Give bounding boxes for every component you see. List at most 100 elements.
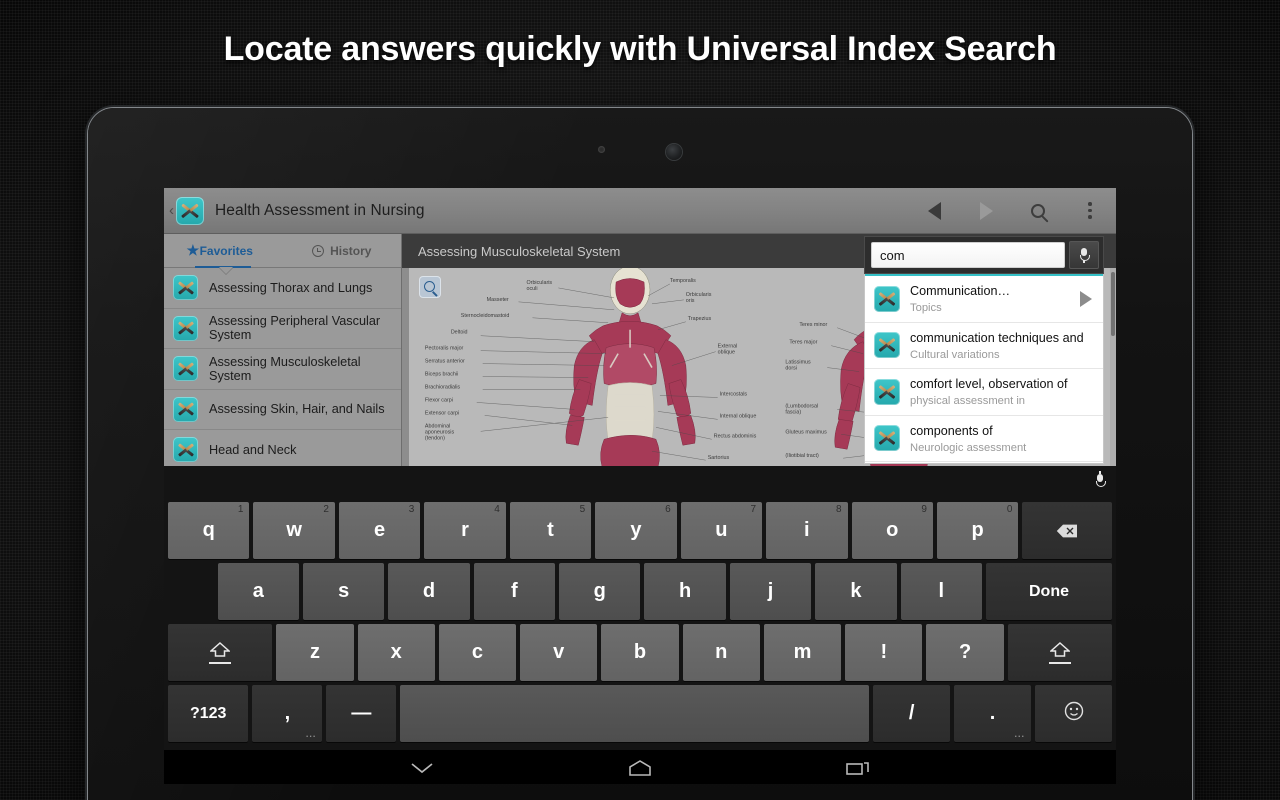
key-i[interactable]: 8i	[766, 502, 848, 559]
key-x[interactable]: x	[357, 624, 435, 681]
overflow-menu-button[interactable]	[1064, 188, 1116, 234]
voice-search-button[interactable]	[1069, 241, 1099, 269]
key-k[interactable]: k	[815, 563, 897, 620]
key-label: k	[850, 580, 862, 602]
key-label: ?	[958, 641, 972, 663]
key-label: w	[286, 519, 302, 541]
back-button[interactable]	[908, 188, 960, 234]
key-label: u	[715, 519, 728, 541]
home-icon	[626, 758, 654, 783]
key-superscript: 5	[579, 504, 586, 515]
svg-text:Flexor carpi: Flexor carpi	[425, 397, 453, 403]
key-exclamation[interactable]: !	[845, 624, 923, 681]
key-j[interactable]: j	[729, 563, 812, 620]
svg-text:Sternocleidomastoid: Sternocleidomastoid	[461, 313, 510, 319]
key-comma[interactable]: ,...	[252, 685, 323, 742]
key-m[interactable]: m	[763, 624, 842, 681]
suggestion-item[interactable]: communication techniques guidelines for	[865, 462, 1103, 463]
svg-text:oblique: oblique	[718, 350, 735, 356]
key-a[interactable]: a	[217, 563, 299, 620]
key-f[interactable]: f	[473, 563, 556, 620]
list-item[interactable]: Assessing Peripheral Vascular System	[164, 309, 401, 349]
svg-text:Trapezius: Trapezius	[688, 316, 712, 322]
key-label: i	[804, 519, 810, 541]
tools-item-icon	[173, 315, 198, 341]
home-button[interactable]	[616, 750, 664, 784]
suggestion-item[interactable]: communication techniques and Cultural va…	[865, 323, 1103, 370]
key-shift-left[interactable]	[168, 624, 273, 681]
key-h[interactable]: h	[644, 563, 726, 620]
document-scrollbar-thumb[interactable]	[1111, 272, 1115, 336]
suggestion-item[interactable]: components of Neurologic assessment	[865, 416, 1103, 463]
document-scrollbar[interactable]	[1110, 268, 1116, 466]
key-l[interactable]: l	[900, 563, 982, 620]
key-v[interactable]: v	[520, 624, 598, 681]
key-question[interactable]: ?	[926, 624, 1004, 681]
key-emoji[interactable]	[1035, 685, 1112, 742]
recents-button[interactable]	[834, 750, 882, 784]
key-shift-right[interactable]	[1007, 624, 1113, 681]
list-item[interactable]: Head and Neck	[164, 430, 401, 471]
list-item[interactable]: Assessing Musculoskeletal System	[164, 349, 401, 390]
svg-text:Deltoid: Deltoid	[451, 330, 468, 336]
tab-history[interactable]: History	[283, 234, 402, 267]
key-backspace[interactable]	[1022, 502, 1112, 559]
svg-text:dorsi: dorsi	[785, 366, 797, 372]
list-item[interactable]: Assessing Skin, Hair, and Nails	[164, 390, 401, 430]
key-s[interactable]: s	[302, 563, 385, 620]
sidebar-tabs: Favorites History	[164, 234, 402, 274]
tab-favorites[interactable]: Favorites	[164, 234, 283, 267]
tab-favorites-label: Favorites	[199, 243, 253, 258]
key-label: x	[390, 641, 402, 663]
key-w[interactable]: 2w	[253, 502, 335, 559]
up-navigation-icon[interactable]: ‹	[169, 203, 174, 218]
key-b[interactable]: b	[601, 624, 679, 681]
suggestion-item[interactable]: comfort level, observation of physical a…	[865, 369, 1103, 416]
key-space[interactable]	[400, 685, 870, 742]
app-icon[interactable]	[176, 196, 204, 225]
key-o[interactable]: 9o	[851, 502, 933, 559]
key-done[interactable]: Done	[985, 563, 1113, 620]
key-p[interactable]: 0p	[936, 502, 1019, 559]
key-period[interactable]: ....	[954, 685, 1032, 742]
key-more-dots: ...	[1014, 729, 1026, 739]
key-y[interactable]: 6y	[595, 502, 677, 559]
onscreen-keyboard: 1q 2w 3e 4r 5t 6y 7u 8i 9o 0p a s d f g …	[164, 466, 1116, 750]
key-label: o	[886, 519, 899, 541]
key-label: n	[715, 641, 728, 663]
suggestion-text: components of Neurologic assessment	[910, 422, 1095, 456]
key-d[interactable]: d	[388, 563, 470, 620]
svg-text:Masseter: Masseter	[487, 297, 509, 303]
key-g[interactable]: g	[559, 563, 641, 620]
key-dash[interactable]: —	[326, 685, 397, 742]
key-slash[interactable]: /	[873, 685, 951, 742]
key-symbols[interactable]: ?123	[168, 685, 249, 742]
key-u[interactable]: 7u	[680, 502, 763, 559]
content-pane: Assessing Musculoskeletal System Orbicul…	[402, 234, 1116, 466]
key-c[interactable]: c	[438, 624, 517, 681]
svg-text:Biceps brachii: Biceps brachii	[425, 372, 458, 378]
search-input[interactable]: com	[871, 242, 1065, 268]
suggestion-subtitle: physical assessment in	[910, 395, 1026, 408]
key-q[interactable]: 1q	[168, 502, 250, 559]
key-t[interactable]: 5t	[509, 502, 592, 559]
active-tab-arrow	[219, 267, 233, 274]
svg-text:oculi: oculi	[527, 286, 538, 292]
key-superscript: 1	[237, 504, 244, 515]
svg-text:Gluteus maximus: Gluteus maximus	[785, 429, 827, 435]
forward-button[interactable]	[960, 188, 1012, 234]
key-superscript: 6	[665, 504, 671, 515]
key-e[interactable]: 3e	[338, 502, 421, 559]
suggestion-item[interactable]: Communication… Topics	[865, 274, 1103, 323]
list-item[interactable]: Assessing Thorax and Lungs	[164, 268, 401, 309]
key-n[interactable]: n	[682, 624, 760, 681]
hide-keyboard-button[interactable]	[398, 750, 446, 784]
list-item-label: Assessing Skin, Hair, and Nails	[209, 402, 385, 417]
key-z[interactable]: z	[276, 624, 354, 681]
zoom-in-icon[interactable]	[419, 276, 441, 298]
search-button[interactable]	[1012, 188, 1064, 234]
key-label: ?123	[189, 704, 227, 722]
chevron-right-icon[interactable]	[1080, 290, 1092, 307]
tablet-screen: ‹ Health Assessment in Nursing Favorites…	[164, 188, 1116, 784]
key-r[interactable]: 4r	[424, 502, 506, 559]
